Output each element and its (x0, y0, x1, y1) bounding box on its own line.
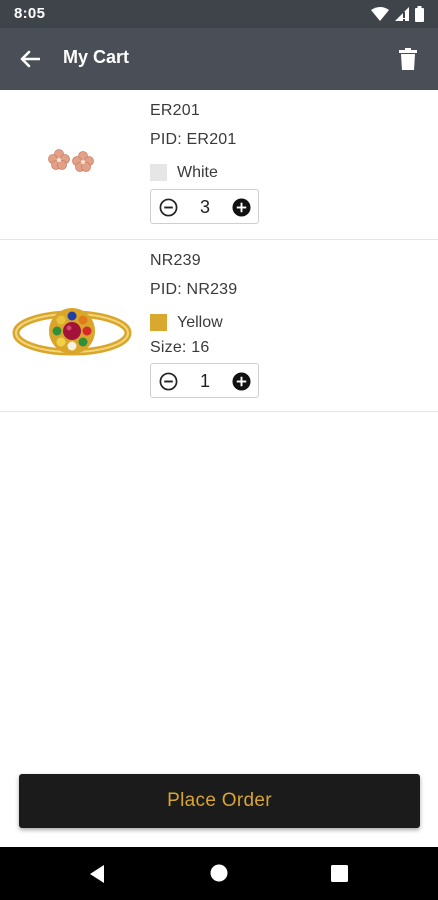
item-color: Yellow (150, 308, 428, 337)
delete-cart-button[interactable] (390, 41, 426, 77)
arrow-left-icon (20, 50, 40, 68)
page-title: My Cart (63, 47, 130, 67)
product-image (8, 120, 136, 200)
app-bar: My Cart (0, 28, 438, 90)
quantity-value: 1 (199, 371, 210, 391)
status-icons (371, 6, 424, 22)
signal-icon (395, 7, 409, 21)
cart-item[interactable]: NR239 PID: NR239 Yellow Size: 16 1 (0, 240, 438, 412)
back-button[interactable] (12, 41, 48, 77)
item-size: Size: 16 (150, 339, 210, 356)
minus-circle-icon (159, 198, 177, 216)
item-pid: PID: NR239 (150, 281, 238, 298)
cart-list: ER201 PID: ER201 White 3 NR239 PID: NR23… (0, 90, 438, 412)
system-nav-bar (0, 847, 438, 900)
battery-icon (415, 6, 424, 22)
plus-circle-icon (231, 197, 251, 217)
decrement-button[interactable] (158, 197, 178, 217)
item-color: White (150, 158, 428, 187)
quantity-stepper: 3 (150, 189, 259, 224)
item-name: ER201 (150, 102, 200, 119)
product-image (8, 276, 136, 386)
plus-circle-icon (231, 371, 251, 391)
increment-button[interactable] (231, 197, 251, 217)
quantity-value: 3 (199, 197, 210, 217)
ring-icon (12, 308, 132, 356)
earring-icon (48, 149, 94, 172)
nav-home-icon[interactable] (209, 863, 229, 883)
item-name: NR239 (150, 252, 201, 269)
quantity-stepper: 1 (150, 363, 259, 398)
nav-back-icon[interactable] (86, 863, 108, 885)
decrement-button[interactable] (158, 371, 178, 391)
color-swatch (150, 164, 167, 181)
item-details: NR239 PID: NR239 Yellow Size: 16 1 (150, 250, 428, 398)
color-label: White (177, 163, 218, 181)
color-label: Yellow (177, 313, 223, 331)
wifi-icon (371, 7, 389, 21)
minus-circle-icon (159, 372, 177, 390)
increment-button[interactable] (231, 371, 251, 391)
place-order-button[interactable]: Place Order (19, 774, 420, 828)
status-bar: 8:05 (0, 0, 438, 28)
color-swatch (150, 314, 167, 331)
nav-recents-icon[interactable] (330, 864, 349, 883)
status-time: 8:05 (14, 5, 46, 22)
cart-item[interactable]: ER201 PID: ER201 White 3 (0, 90, 438, 240)
item-pid: PID: ER201 (150, 131, 237, 148)
trash-icon (399, 48, 417, 70)
item-details: ER201 PID: ER201 White 3 (150, 100, 428, 224)
